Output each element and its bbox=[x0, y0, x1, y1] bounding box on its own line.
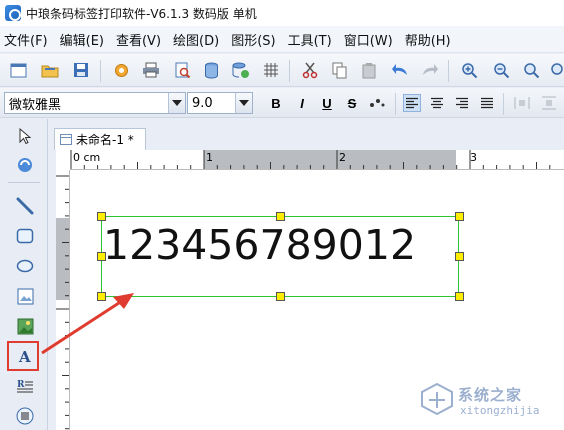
watermark-text: 系统之家 bbox=[458, 386, 523, 404]
app-window: 中琅条码标签打印软件-V6.1.3 数码版 单机 文件(F) 编辑(E) 查看(… bbox=[0, 0, 564, 430]
watermark-subtext: xitongzhijia bbox=[460, 404, 540, 417]
watermark-logo-icon bbox=[421, 382, 453, 416]
watermark: 系统之家 xitongzhijia bbox=[420, 378, 564, 428]
annotation-arrow bbox=[41, 293, 134, 355]
